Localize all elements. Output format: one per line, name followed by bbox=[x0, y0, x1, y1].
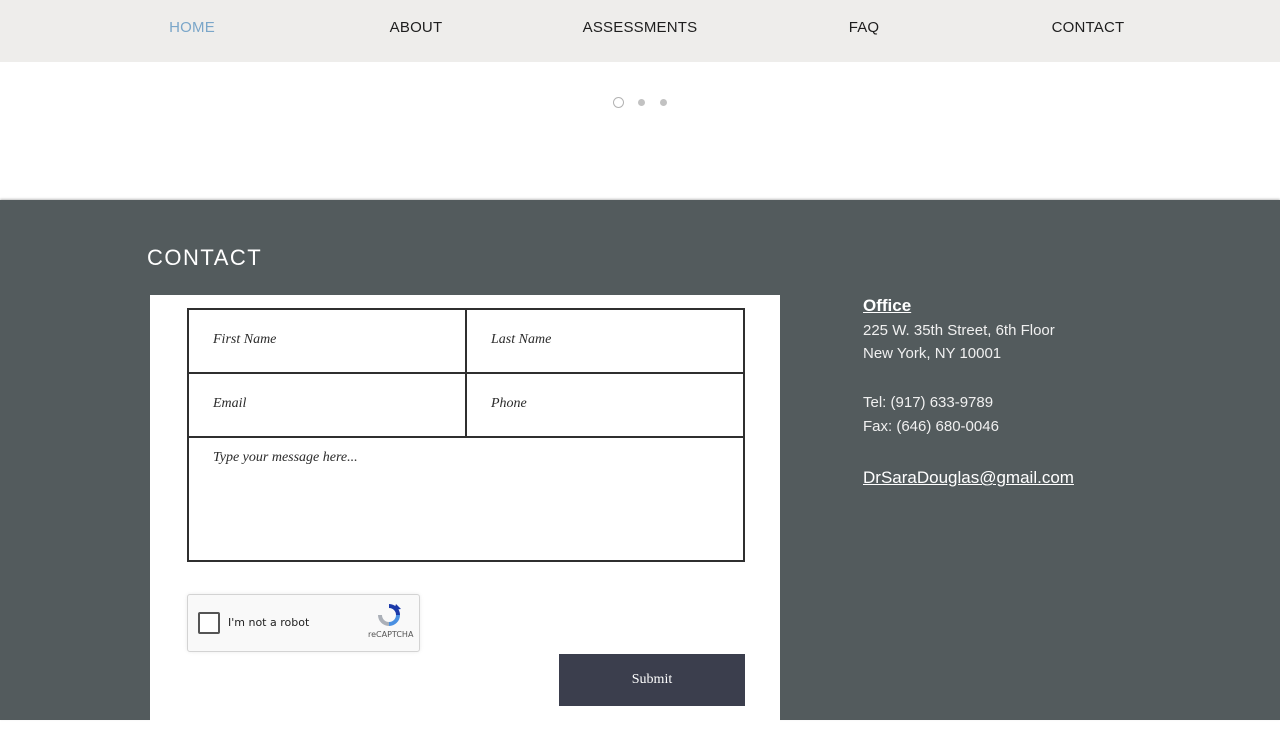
slide-dot-3[interactable] bbox=[660, 99, 667, 106]
last-name-placeholder: Last Name bbox=[491, 332, 552, 347]
recaptcha-widget: I'm not a robot reCAPTCHA bbox=[187, 594, 420, 652]
top-nav: HOME ABOUT ASSESSMENTS FAQ CONTACT bbox=[0, 0, 1280, 62]
nav-item-faq[interactable]: FAQ bbox=[752, 0, 976, 54]
contact-title: CONTACT bbox=[147, 245, 263, 270]
recaptcha-checkbox[interactable] bbox=[198, 612, 220, 634]
contact-form: First Name Last Name Email Phone Type yo… bbox=[150, 295, 780, 735]
email-placeholder: Email bbox=[213, 396, 247, 411]
recaptcha-brand: reCAPTCHA bbox=[368, 630, 414, 639]
phone-field[interactable]: Phone bbox=[465, 372, 745, 438]
phone-placeholder: Phone bbox=[491, 396, 527, 411]
message-field[interactable]: Type your message here... bbox=[187, 436, 745, 562]
slide-dot-2[interactable] bbox=[638, 99, 645, 106]
first-name-field[interactable]: First Name bbox=[187, 308, 467, 374]
message-placeholder: Type your message here... bbox=[213, 450, 358, 465]
email-field[interactable]: Email bbox=[187, 372, 467, 438]
nav-item-assessments[interactable]: ASSESSMENTS bbox=[528, 0, 752, 54]
nav-item-about[interactable]: ABOUT bbox=[304, 0, 528, 54]
address-line-2: New York, NY 10001 bbox=[863, 345, 1002, 362]
nav-item-home[interactable]: HOME bbox=[80, 0, 304, 54]
office-link[interactable]: Office bbox=[863, 296, 911, 316]
nav-item-contact[interactable]: CONTACT bbox=[976, 0, 1200, 54]
address-line-1: 225 W. 35th Street, 6th Floor bbox=[863, 322, 1055, 339]
slideshow-pagination bbox=[612, 97, 672, 109]
recaptcha-logo-icon bbox=[378, 604, 401, 626]
contact-section: CONTACT First Name Last Name Email Phone… bbox=[0, 200, 1280, 735]
slide-dot-1[interactable] bbox=[613, 97, 624, 108]
fax-text: Fax: (646) 680-0046 bbox=[863, 418, 999, 435]
submit-button[interactable]: Submit bbox=[559, 654, 745, 706]
email-link[interactable]: DrSaraDouglas@gmail.com bbox=[863, 468, 1074, 488]
recaptcha-label: I'm not a robot bbox=[228, 616, 310, 629]
first-name-placeholder: First Name bbox=[213, 332, 277, 347]
last-name-field[interactable]: Last Name bbox=[465, 308, 745, 374]
tel-text: Tel: (917) 633-9789 bbox=[863, 394, 994, 411]
